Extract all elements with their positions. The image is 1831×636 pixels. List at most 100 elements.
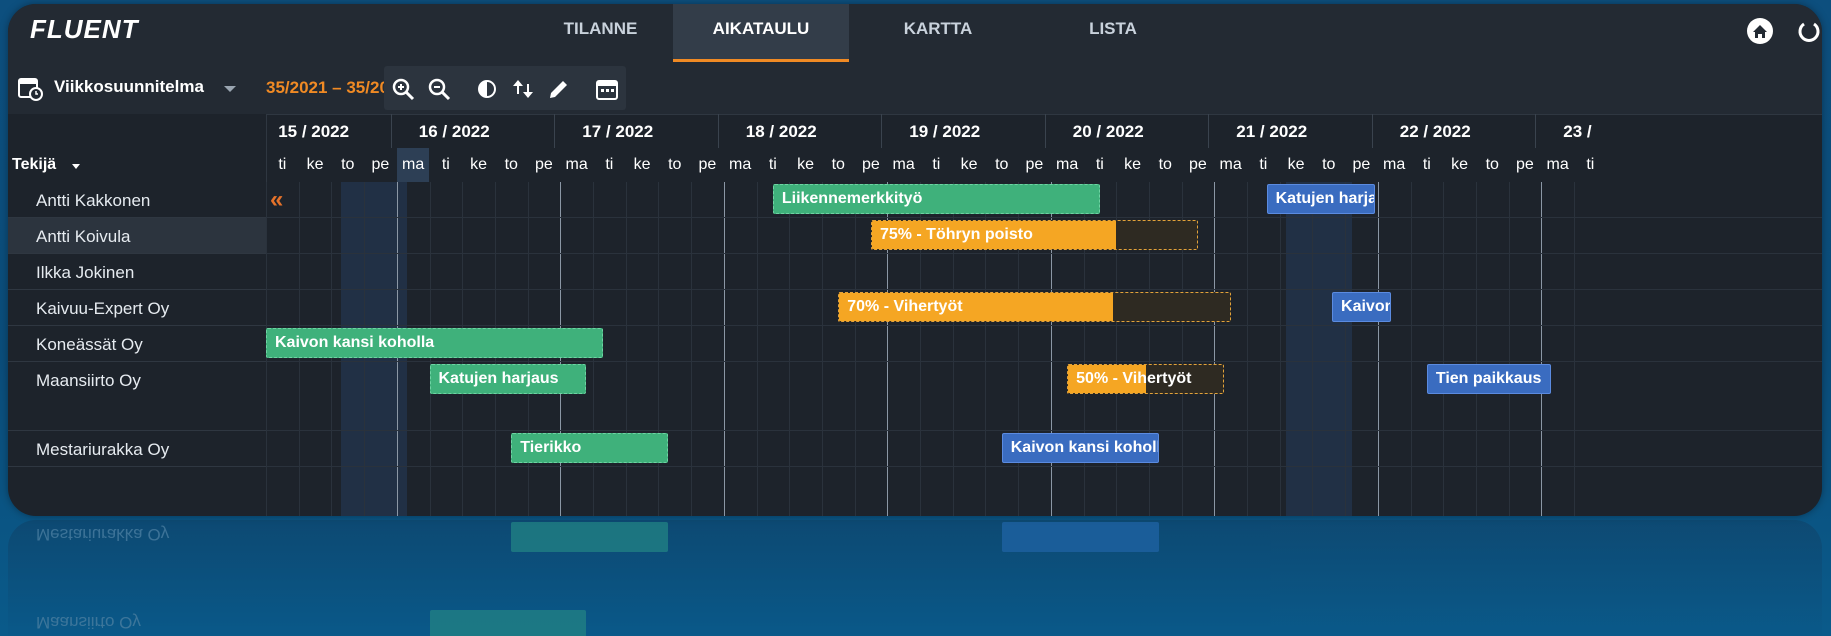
day-header: ti — [1586, 156, 1595, 173]
edit-icon[interactable] — [546, 76, 572, 102]
week-separator — [1044, 114, 1046, 148]
tab-kartta[interactable]: KARTTA — [868, 4, 1008, 62]
task-bar[interactable]: Katujen harjau — [1266, 184, 1375, 214]
day-header: ke — [633, 156, 651, 173]
sort-caret-icon[interactable] — [72, 164, 80, 169]
task-bar[interactable]: Liikennemerkkityö — [772, 184, 1100, 214]
task-label: 75% - Töhryn poisto — [879, 226, 1033, 243]
toolbar-button-group — [384, 66, 626, 110]
week-label: 17 / 2022 — [582, 122, 654, 141]
view-selector[interactable]: Viikkosuunnitelma — [54, 77, 204, 97]
day-header: pe — [862, 156, 880, 173]
day-header: to — [831, 156, 845, 173]
day-header: ke — [1451, 156, 1468, 173]
day-header: ke — [470, 156, 487, 173]
reflected-task-bar — [1001, 522, 1159, 552]
zoom-out-icon[interactable] — [426, 76, 452, 102]
row-divider — [266, 430, 1822, 431]
day-header: ma — [729, 156, 752, 173]
task-bar[interactable]: 75% - Töhryn poisto — [870, 220, 1198, 250]
zoom-in-icon[interactable] — [390, 76, 416, 102]
day-header: pe — [1516, 156, 1534, 173]
double-chevron-left-icon[interactable]: « — [270, 186, 283, 214]
week-separator — [390, 114, 392, 148]
day-header: ma — [565, 156, 588, 173]
day-header: ke — [1124, 156, 1141, 173]
reflection: Mestariurakka Oy Maansiirto Oy — [8, 520, 1822, 636]
chevron-down-icon[interactable] — [224, 86, 236, 92]
task-bar[interactable]: 50% - Vihertyöt — [1067, 364, 1225, 394]
task-bar[interactable]: Katujen harjaus — [429, 364, 587, 394]
day-header: ke — [960, 156, 978, 173]
day-header: to — [668, 156, 682, 173]
week-separator — [1535, 114, 1537, 148]
day-header: ma — [1546, 156, 1569, 173]
week-separator — [717, 114, 719, 148]
resource-header: Tekijä — [8, 114, 267, 182]
day-header: to — [1158, 156, 1172, 173]
task-bar[interactable]: Tierikko — [511, 433, 669, 463]
resource-name: Antti Kakkonen — [36, 191, 151, 210]
day-header: to — [504, 156, 518, 173]
week-label: 22 / 2022 — [1399, 122, 1471, 141]
day-header: to — [1485, 156, 1499, 173]
week-label: 15 / 2022 — [278, 122, 350, 141]
resource-row[interactable]: Kaivuu-Expert Oy — [8, 290, 266, 326]
week-separator — [554, 114, 556, 148]
week-separator — [881, 114, 883, 148]
resource-row[interactable]: Maansiirto Oy — [8, 362, 266, 431]
day-header: ke — [1287, 156, 1305, 173]
day-header: ti — [1259, 156, 1268, 173]
week-separator — [1208, 114, 1210, 148]
calendar-clock-icon — [18, 78, 43, 101]
resource-name: Maansiirto Oy — [36, 371, 141, 390]
day-header: pe — [1352, 156, 1371, 173]
calendar-icon[interactable] — [594, 76, 620, 102]
reflected-resource-name: Mestariurakka Oy — [36, 525, 170, 544]
home-icon[interactable] — [1745, 16, 1775, 46]
resource-row[interactable]: Antti Kakkonen — [8, 182, 266, 218]
tab-tilanne[interactable]: TILANNE — [528, 4, 673, 62]
day-header: ti — [441, 156, 450, 173]
row-divider — [266, 217, 1822, 218]
resource-row[interactable]: Mestariurakka Oy — [8, 431, 266, 467]
week-label: 21 / 2022 — [1236, 122, 1308, 141]
resource-row[interactable]: Antti Koivula — [8, 218, 266, 254]
resource-name: Antti Koivula — [36, 227, 131, 246]
task-bar[interactable]: 70% - Vihertyöt — [838, 292, 1231, 322]
resource-name: Mestariurakka Oy — [36, 440, 170, 459]
tab-aikataulu[interactable]: AIKATAULU — [673, 4, 849, 62]
day-header: pe — [371, 156, 390, 173]
day-header: ti — [1422, 156, 1431, 173]
power-icon[interactable] — [1796, 18, 1822, 44]
row-divider — [266, 289, 1822, 290]
row-divider — [266, 325, 1822, 326]
resource-row[interactable]: Koneässät Oy — [8, 326, 266, 362]
day-header: ke — [306, 156, 324, 173]
task-bar[interactable]: Kaivon kansi koholla — [1001, 433, 1159, 463]
day-header: ma — [396, 148, 430, 182]
day-header: ma — [1219, 156, 1242, 173]
task-label: 70% - Vihertyöt — [847, 298, 963, 315]
tab-lista[interactable]: LISTA — [1048, 4, 1178, 62]
task-bar[interactable]: Kaivonl — [1332, 292, 1391, 322]
swap-vert-icon[interactable] — [510, 76, 536, 102]
day-header: ma — [1056, 156, 1079, 173]
resource-name: Kaivuu-Expert Oy — [36, 299, 170, 318]
day-header: ti — [1095, 156, 1104, 173]
day-header: pe — [698, 156, 717, 173]
day-header: ti — [605, 156, 614, 173]
day-header: to — [1322, 156, 1336, 173]
week-label: 16 / 2022 — [418, 122, 490, 141]
gantt-chart: Tekijä Antti Kakkonen Antti Koivula Ilkka … — [8, 114, 1822, 516]
day-header: to — [341, 156, 355, 173]
day-header: ke — [797, 156, 814, 173]
day-header: to — [995, 156, 1009, 173]
resource-row[interactable]: Ilkka Jokinen — [8, 254, 266, 290]
task-bar[interactable]: Kaivon kansi koholla — [266, 328, 603, 358]
task-bar[interactable]: Tien paikkaus — [1426, 364, 1552, 394]
resource-column-title[interactable]: Tekijä — [12, 156, 56, 174]
day-header: ma — [1383, 156, 1406, 173]
contrast-icon[interactable] — [474, 76, 500, 102]
row-divider — [266, 361, 1822, 362]
